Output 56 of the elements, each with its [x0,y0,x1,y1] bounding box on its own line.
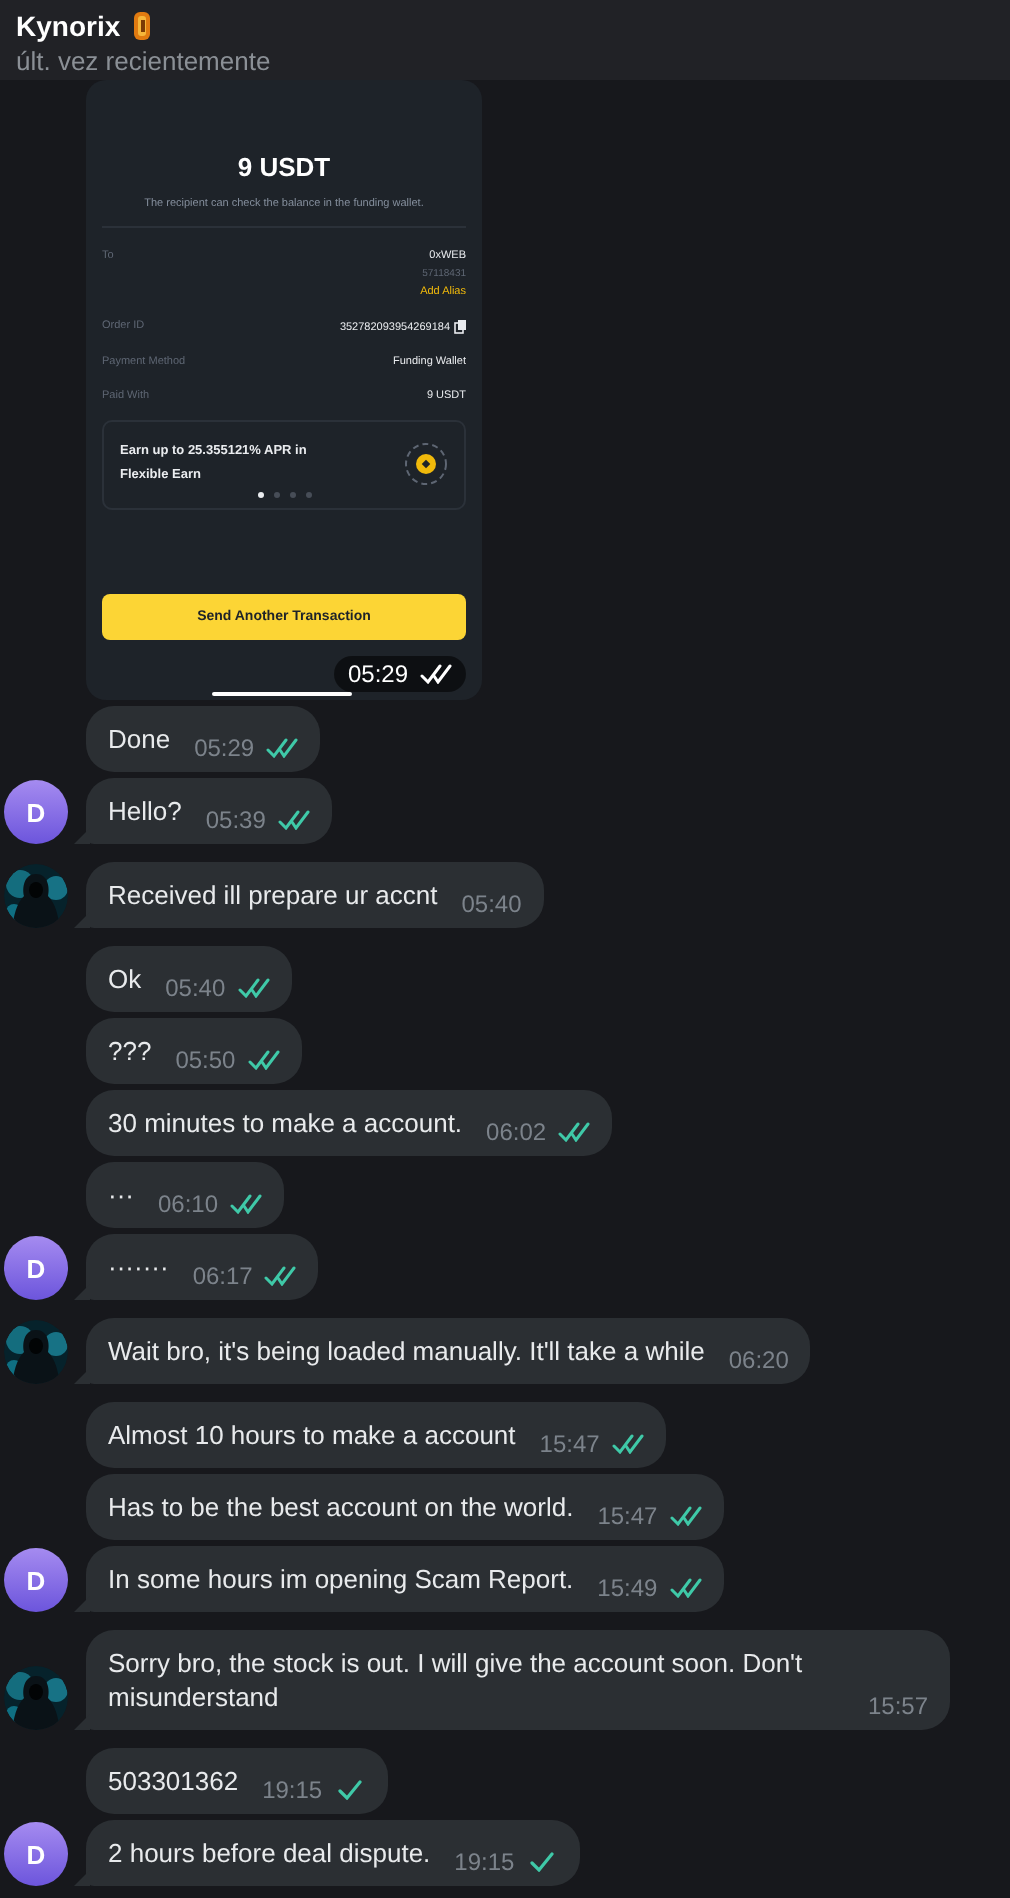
message-text: ······· [108,1250,169,1284]
message-bubble[interactable]: Done 05:29 [86,706,321,772]
message-time: 05:50 [175,1046,236,1074]
message-bubble[interactable]: 503301362 19:15 [86,1748,389,1814]
page-dot[interactable] [289,492,295,498]
message-text: Hello? [108,794,182,828]
message-time: 05:40 [165,974,226,1002]
avatar[interactable]: D [4,1236,68,1300]
message-time: 06:17 [192,1262,253,1290]
last-seen-text: últ. vez recientemente [16,45,273,75]
copy-icon[interactable] [454,320,466,334]
message-time: 15:57 [867,1692,928,1720]
message-bubble[interactable]: Ok 05:40 [86,946,292,1012]
message-text: 2 hours before deal dispute. [108,1836,431,1870]
message-time: 15:47 [539,1430,600,1458]
message-text: 30 minutes to make a account. [108,1106,463,1140]
page-dot[interactable] [257,492,263,498]
avatar[interactable]: D [4,1822,68,1886]
message-time: 15:49 [597,1574,658,1602]
message-time: 19:15 [262,1776,323,1804]
message-bubble[interactable]: 30 minutes to make a account. 06:02 [86,1090,613,1156]
message-text: Wait bro, it's being loaded manually. It'll take a while [108,1334,705,1368]
message-time: 05:29 [194,734,255,762]
chat-header[interactable]: Kynorix últ. vez recientemente [0,0,1010,80]
avatar[interactable]: D [4,780,68,844]
message-text: ??? [108,1034,152,1068]
time-badge: 05:29 [333,656,466,692]
message-time: 05:40 [461,890,522,918]
message-text: In some hours im opening Scam Report. [108,1562,574,1596]
message-time: 15:47 [597,1502,658,1530]
message-bubble[interactable]: ··· 06:10 [86,1162,285,1228]
coin-icon [404,442,448,486]
message-text: Sorry bro, the stock is out. I will give the account soon. Don't misunderstand [108,1646,805,1714]
message-time: 19:15 [454,1848,515,1876]
page-dot[interactable] [305,492,311,498]
coin-icon [132,9,153,41]
page-dot[interactable] [273,492,279,498]
message-time: 06:02 [486,1118,547,1146]
message-time: 06:20 [728,1346,789,1374]
payment-screenshot[interactable] [86,80,482,700]
message-text: Ok [108,962,142,996]
message-bubble[interactable]: Almost 10 hours to make a account 15:47 [86,1402,666,1468]
amount-text: 9 USDT [235,152,333,182]
message-bubble[interactable]: ??? 05:50 [86,1018,302,1084]
home-indicator [212,692,352,696]
message-text: 503301362 [108,1764,239,1798]
message-text: ··· [108,1178,134,1212]
message-text: Has to be the best account on the world. [108,1490,574,1524]
avatar[interactable]: D [4,1548,68,1612]
message-bubble[interactable]: Has to be the best account on the world. 15:47 [86,1474,724,1540]
message-text: Almost 10 hours to make a account [108,1418,516,1452]
message-text: Received ill prepare ur accnt [108,878,438,912]
message-text: Done [108,722,171,756]
message-time: 05:39 [205,806,266,834]
message-time: 06:10 [158,1190,219,1218]
contact-name: Kynorix [16,9,121,41]
